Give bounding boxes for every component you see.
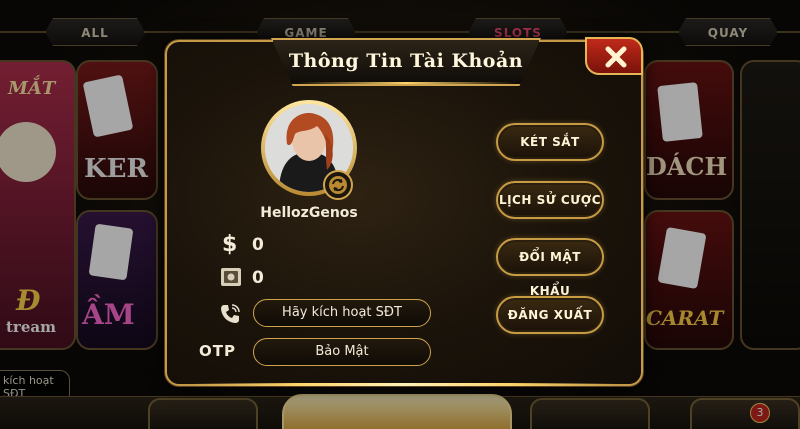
change-password-button[interactable]: ĐỔI MẬT KHẨU [496, 238, 604, 298]
logout-button[interactable]: ĐĂNG XUẤT [496, 296, 604, 334]
close-button[interactable] [585, 37, 643, 75]
modal-title: Thông Tin Tài Khoản [288, 50, 524, 72]
bet-history-button[interactable]: LỊCH SỬ CƯỢC [496, 181, 604, 219]
refresh-icon [329, 176, 347, 194]
balance-value: 0 [252, 235, 264, 255]
change-avatar-button[interactable] [323, 170, 353, 200]
close-x-icon [605, 46, 627, 68]
username: HellozGenos [260, 205, 358, 221]
safe-box-button[interactable]: KÉT SẮT [496, 123, 604, 161]
phone-icon [219, 303, 241, 329]
safe-icon [220, 267, 242, 291]
activate-phone-button[interactable]: Hãy kích hoạt SĐT [253, 299, 431, 327]
safe-value: 0 [252, 268, 264, 288]
title-underline [297, 82, 515, 84]
security-button[interactable]: Bảo Mật [253, 338, 431, 366]
otp-label: OTP [199, 342, 236, 360]
modal-glow [192, 383, 616, 386]
dollar-icon: $ [222, 232, 238, 257]
